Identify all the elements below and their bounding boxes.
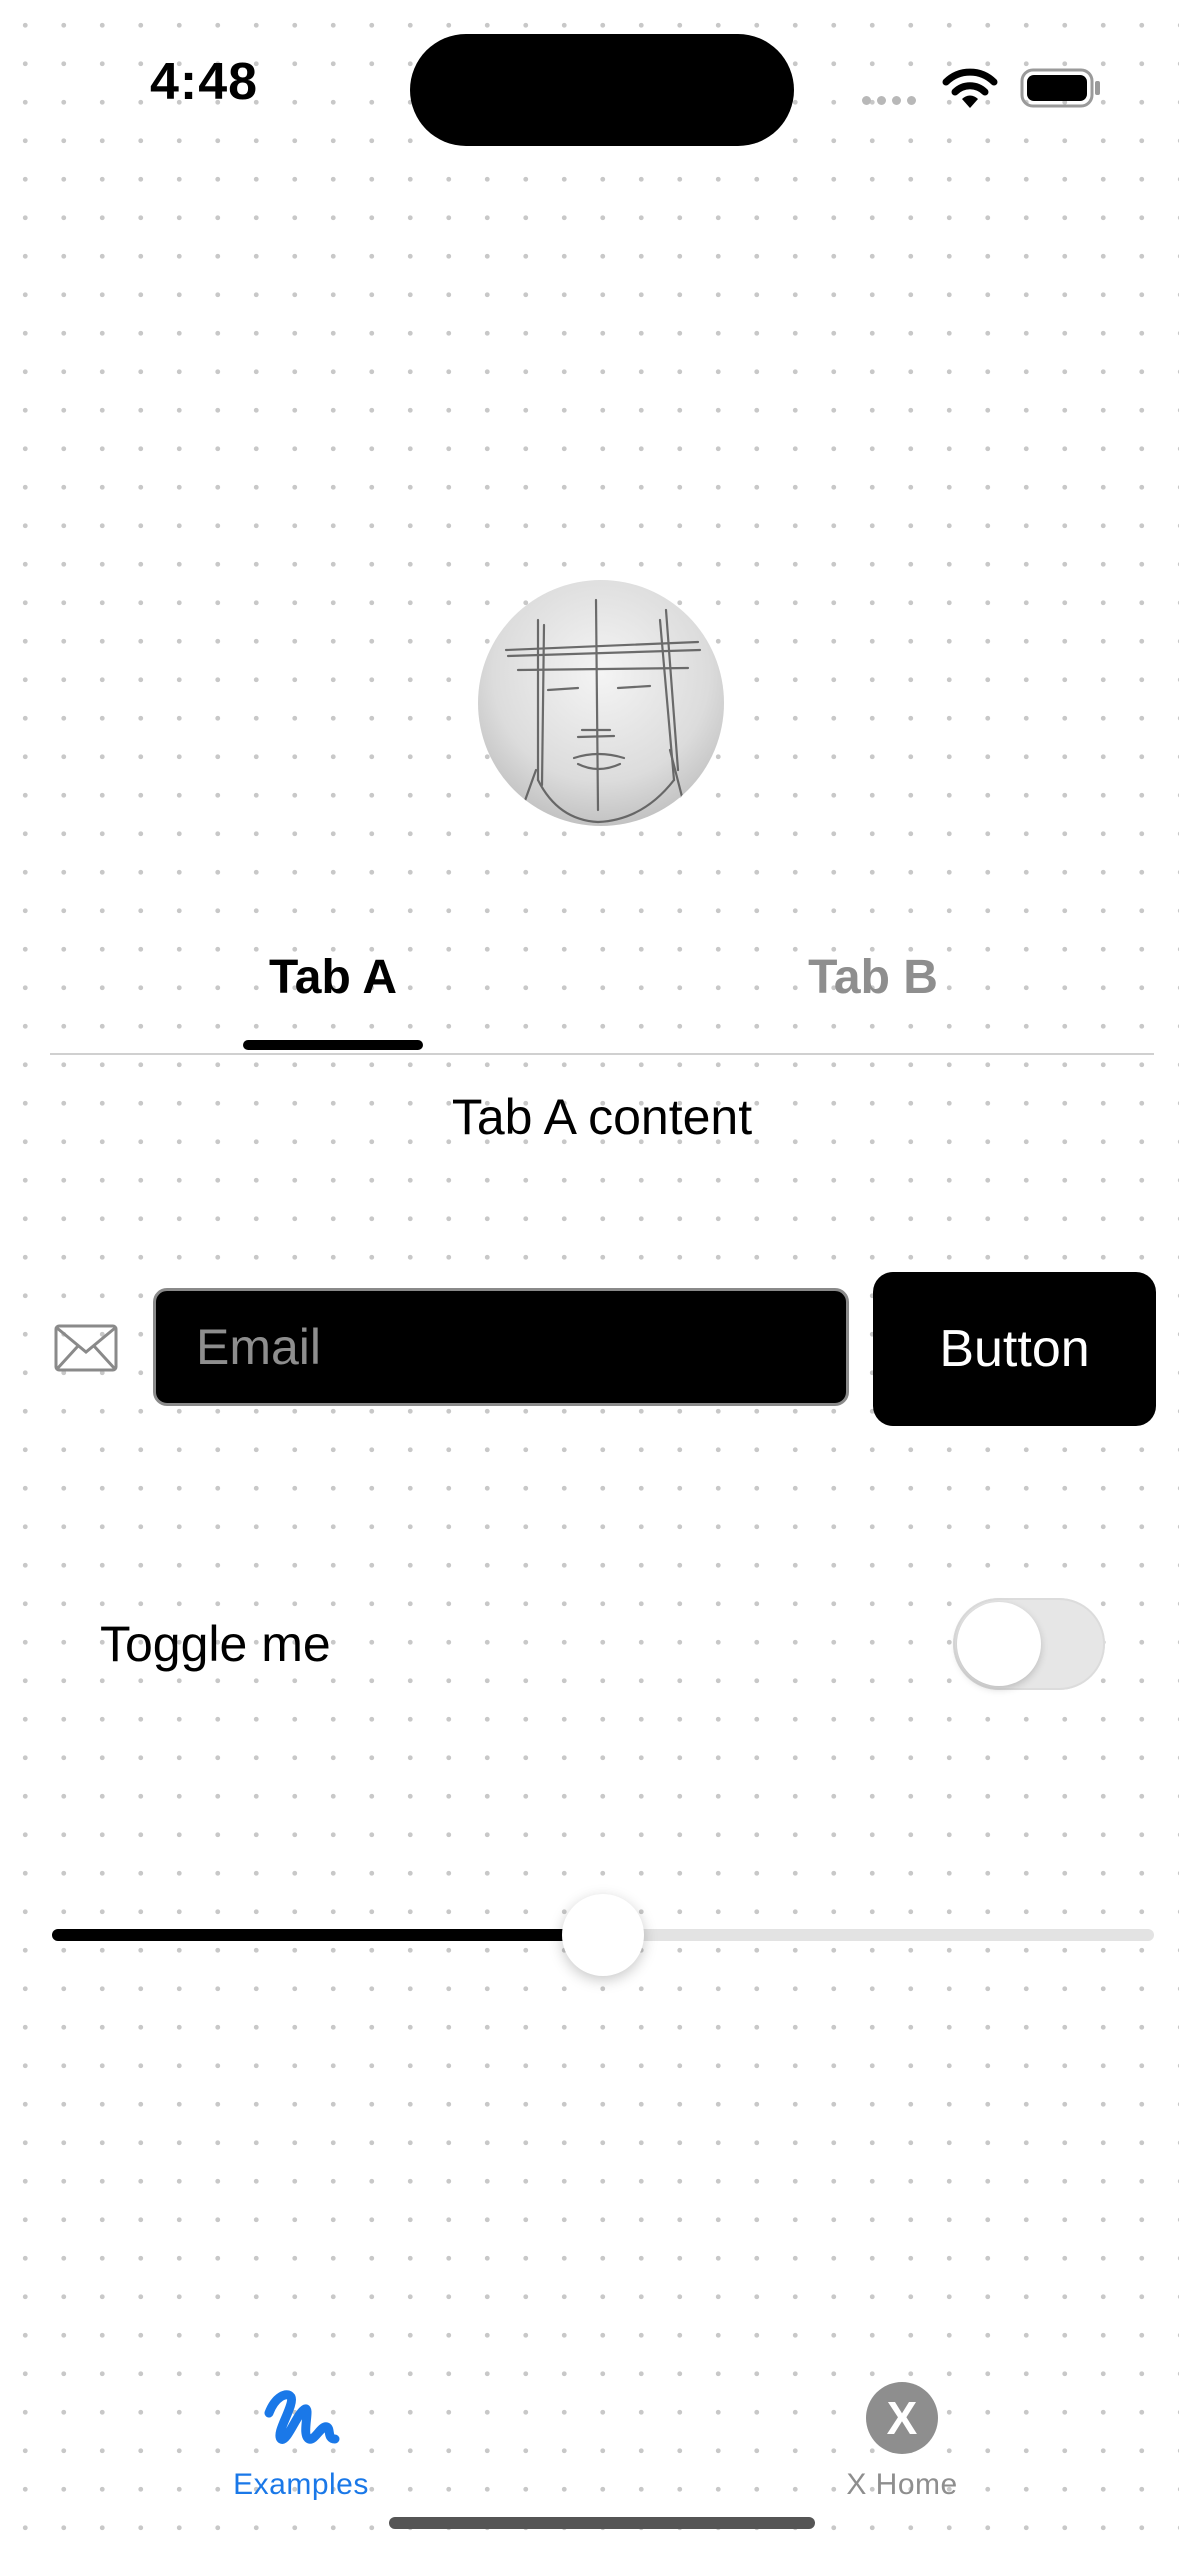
- avatar: [478, 580, 724, 826]
- mail-icon: [54, 1324, 118, 1372]
- tab-content: Tab A content: [451, 1089, 753, 1145]
- home-indicator: [389, 2517, 815, 2529]
- primary-button[interactable]: Button: [873, 1272, 1156, 1426]
- tab-a[interactable]: Tab A: [173, 950, 493, 1005]
- email-field[interactable]: [153, 1288, 849, 1406]
- bottom-tab-label: X Home: [846, 2468, 958, 2501]
- slider-thumb[interactable]: [562, 1894, 644, 1976]
- status-time: 4:48: [150, 53, 259, 111]
- toggle-switch[interactable]: [953, 1598, 1105, 1690]
- tab-b[interactable]: Tab B: [713, 950, 1033, 1005]
- wifi-icon: [942, 68, 998, 108]
- battery-icon: [1020, 68, 1100, 108]
- x-circle-icon: X: [866, 2382, 938, 2454]
- tab-divider: [50, 1053, 1154, 1055]
- slider[interactable]: [52, 1890, 1154, 1980]
- bottom-tab-x-home[interactable]: X X Home: [752, 2378, 1052, 2502]
- scribble-icon: [264, 2390, 340, 2444]
- toggle-knob[interactable]: [957, 1602, 1041, 1686]
- pencil-sketch-face-avatar: [504, 598, 702, 824]
- bottom-tab-label: Examples: [233, 2468, 369, 2501]
- bottom-tab-examples[interactable]: Examples: [151, 2378, 451, 2502]
- slider-fill: [52, 1929, 603, 1941]
- toggle-label: Toggle me: [100, 1616, 331, 1672]
- cellular-signal-icon: [862, 96, 916, 105]
- dynamic-island: [410, 34, 794, 146]
- tab-selection-indicator: [243, 1040, 423, 1050]
